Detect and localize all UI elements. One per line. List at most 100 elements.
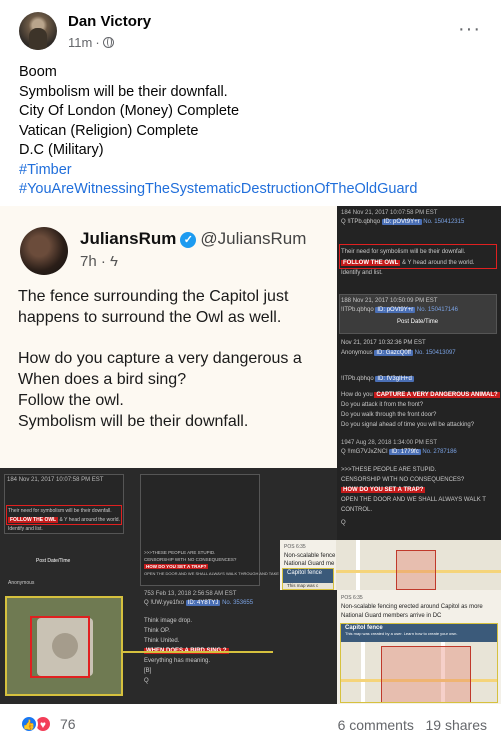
post-line: City Of London (Money) Complete: [19, 103, 240, 119]
tweet-name: JuliansRum: [80, 229, 177, 248]
post-line: Vatican (Religion) Complete: [19, 122, 199, 139]
reactions[interactable]: 👍 ♥ 76: [20, 715, 76, 733]
hashtag-link[interactable]: #Timber: [19, 161, 489, 181]
reaction-count[interactable]: 76: [60, 716, 76, 732]
post-line: Boom: [19, 64, 57, 80]
tweet-line: How do you capture a very dangerous a: [18, 350, 302, 367]
drop-meta: !ITPb.qbhqo ID: pOVt9Y+r No. 150417146: [341, 307, 458, 313]
drop-number: 184: [341, 210, 352, 216]
drop-text: Their need for symbolism will be their d…: [8, 508, 112, 514]
q-drop-top: 184 Nov 21, 2017 10:07:58 PM EST Q !ITPb…: [337, 206, 501, 370]
news-text: National Guard members arrive in DC: [341, 613, 442, 619]
post-time[interactable]: 11m: [68, 35, 92, 50]
news-text: National Guard me: [284, 561, 335, 567]
drop-text: Their need for symbolism will be their d…: [341, 249, 466, 255]
drop-text: CENSORSHIP WITH NO CONSEQUENCES?: [144, 557, 237, 562]
drop-text-2: & Y head around the world.: [59, 517, 120, 523]
drop-q: Q: [341, 219, 346, 225]
news-text: Non-scalable fencing erected around Capi…: [341, 604, 483, 610]
drop-date: Nov 21, 2017 10:50:09 PM EST: [352, 298, 438, 304]
drop-no: No. 150417146: [416, 307, 458, 313]
author-name[interactable]: Dan Victory: [68, 13, 151, 30]
drop-block: [4, 474, 124, 534]
drop-text: Think OP.: [144, 628, 170, 634]
q-drop-mid: !ITPb.qbhqo ID: fV3gIH+d How do you CAPT…: [337, 370, 501, 540]
drop-text: >>>THESE PEOPLE ARE STUPID.: [341, 467, 437, 473]
drop-text: HOW DO YOU SET A TRAP?: [144, 564, 209, 569]
drop-trip: !ITPb.qbhqo: [341, 376, 374, 382]
drop-number: 1947: [341, 440, 355, 446]
tweet-avatar: [20, 227, 68, 275]
post-line: D.C (Military): [19, 142, 104, 158]
anon-label: Anonymous: [341, 350, 373, 356]
drop-id: ID: pOVt9Y+r: [381, 219, 422, 225]
drop-text: [B]: [144, 668, 152, 674]
drop-meta: 188 Nov 21, 2017 10:50:09 PM EST: [341, 298, 437, 304]
verified-icon: ✓: [180, 232, 197, 248]
post-image[interactable]: JuliansRum ✓ @JuliansRum 7h · ϟ The fence …: [0, 206, 501, 704]
fence-news-small: POS 6:35 Non-scalable fence National Gua…: [280, 540, 501, 590]
more-options-button[interactable]: ···: [458, 18, 481, 41]
drop-meta: Q !!mG7VJxZNCI ID: 1779fc No. 2787186: [341, 449, 457, 455]
tweet-line: Symbolism will be their downfall.: [18, 413, 249, 430]
comments-link[interactable]: 6 comments: [338, 717, 414, 733]
drop-meta: !ITPb.qbhqo ID: fV3gIH+d: [341, 376, 414, 382]
drop-date: Nov 21, 2017 10:07:58 PM EST: [352, 210, 438, 216]
trap-label: HOW DO YOU SET A TRAP?: [341, 487, 426, 493]
drop-text: OPEN THE DOOR AND WE SHALL ALWAYS WALK T: [341, 497, 486, 503]
hashtag-link[interactable]: #YouAreWitnessingTheSystematicDestructio…: [19, 180, 489, 200]
drop-id: ID: 1779fc: [389, 449, 421, 455]
tweet-line: Follow the owl.: [18, 392, 124, 409]
map-zone: [396, 550, 436, 590]
drop-text: Do you signal ahead of time you will be …: [341, 422, 475, 428]
highlight-box: [30, 616, 90, 678]
drop-date: Feb 13, 2018 2:56:58 AM EST: [155, 591, 237, 597]
drop-number: 188: [341, 298, 352, 304]
capitol-fence-map: Capitol fence This map was created by a …: [340, 623, 498, 703]
drop-id: ID: GazcQ0ff: [374, 350, 413, 356]
drop-text: FOLLOW THE OWL & Y head around the world…: [341, 260, 475, 266]
anon-label: Anonymous: [8, 580, 35, 586]
map-note: This map was created by a user. Learn ho…: [345, 631, 458, 636]
drop-trip: !ITPb.qbhqo: [347, 219, 381, 225]
drop-block: [140, 474, 260, 586]
map-road: [356, 540, 360, 590]
follow-owl-label: FOLLOW THE OWL: [8, 517, 59, 523]
drop-meta: Nov 21, 2017 10:32:36 PM EST: [341, 340, 426, 346]
drop-id: ID: 4Y8TYJ: [185, 600, 221, 606]
drop-text: Think United.: [144, 638, 180, 644]
map-thumbnail: Capitol fence This map was c: [282, 568, 334, 590]
drop-date: Aug 28, 2018 1:34:00 PM EST: [355, 440, 438, 446]
drop-text-1: How do you: [341, 392, 373, 398]
drop-number: 184: [7, 477, 18, 483]
map-note: This map was c: [287, 583, 319, 588]
drop-text: Identify and list.: [8, 526, 43, 532]
drop-text: CONTROL.: [341, 507, 373, 513]
drop-trip: !UW.yye1fxo: [150, 600, 185, 606]
drop-text: FOLLOW THE OWL & Y head around the world…: [8, 517, 120, 523]
map-strip: [336, 540, 501, 590]
drop-number: 753: [144, 591, 155, 597]
tweet-time: 7h · ϟ: [80, 253, 118, 270]
post-text: Boom Symbolism will be their downfall. C…: [19, 63, 489, 200]
drop-meta: Q !ITPb.qbhqo ID: pOVt9Y+r No. 150412315: [341, 219, 464, 225]
follow-owl-label: FOLLOW THE OWL: [341, 260, 401, 266]
drop-trip: !ITPb.qbhqo: [341, 307, 374, 313]
drop-text: Identify and list.: [341, 270, 383, 276]
drop-text: HOW DO YOU SET A TRAP?: [341, 487, 426, 493]
drop-no: No. 150413097: [414, 350, 456, 356]
engagement-counts: 6 comments 19 shares: [338, 717, 487, 733]
drop-text: Everything has meaning.: [144, 658, 211, 664]
drop-text: Think image drop.: [144, 618, 193, 624]
drop-text-2: & Y head around the world.: [402, 260, 475, 266]
post-date-label: Post Date/Time: [36, 558, 71, 564]
connector-line: [123, 651, 273, 653]
drop-q: Q: [341, 449, 346, 455]
post-header: Dan Victory 11m · ···: [0, 0, 501, 60]
shares-link[interactable]: 19 shares: [426, 717, 487, 733]
author-avatar[interactable]: [19, 12, 57, 50]
drop-header: 1947 Aug 28, 2018 1:34:00 PM EST: [341, 440, 437, 446]
tweet-time-text: 7h: [80, 253, 97, 270]
fence-news-large: POS 6:35 Non-scalable fencing erected ar…: [337, 590, 501, 704]
drop-text: >>>THESE PEOPLE ARE STUPID.: [144, 550, 216, 555]
